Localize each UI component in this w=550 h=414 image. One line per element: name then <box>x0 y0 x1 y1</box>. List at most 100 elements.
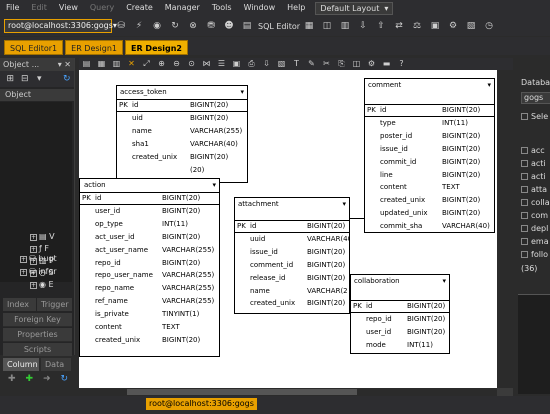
object-panel-tools: ⊞ ⊟ ▾ ↻ <box>0 71 74 87</box>
tree-item[interactable]: + ⛁ infor <box>20 267 57 278</box>
tab-er-design1[interactable]: ER Design1 <box>65 40 124 55</box>
table-checkbox-item[interactable]: follo <box>521 250 548 259</box>
compare-icon[interactable]: ⚖ <box>411 20 423 32</box>
arrow-icon[interactable]: ➜ <box>41 373 53 385</box>
zoom-fit-icon[interactable]: ⊙ <box>186 59 197 69</box>
entity-comment[interactable]: comment ▾ PK id BIGINT(20) type INT(11) post… <box>364 78 495 233</box>
connection-select[interactable]: root@localhost:3306:gogs ▾ <box>4 19 117 33</box>
cut-icon[interactable]: ✂ <box>321 59 332 69</box>
print-icon[interactable]: ⎙ <box>246 59 257 69</box>
layout-select[interactable]: Default Layout ▾ <box>315 1 394 15</box>
add-icon[interactable]: ✚ <box>24 373 36 385</box>
refresh-icon[interactable]: ↻ <box>59 373 71 385</box>
tree-item[interactable]: + ▤ V <box>30 232 55 243</box>
tab-scripts[interactable]: Scripts <box>3 343 72 357</box>
move-icon[interactable]: ⤢ <box>141 59 152 69</box>
tree-item[interactable]: + ◉ E <box>30 280 54 291</box>
import-icon[interactable]: ⇩ <box>357 20 369 32</box>
filter-icon[interactable]: ▾ <box>35 73 44 85</box>
sql-editor-icon[interactable]: ▤ <box>241 20 253 32</box>
table-checkbox-item[interactable]: colla <box>521 198 550 207</box>
select-all-checkbox[interactable]: Sele <box>521 112 548 121</box>
tab-column[interactable]: Column <box>3 358 39 371</box>
new-connection-icon[interactable]: ⛁ <box>115 20 127 32</box>
table-checkbox-item[interactable]: depl <box>521 224 548 233</box>
chart-icon[interactable]: ▣ <box>429 20 441 32</box>
tab-trigger[interactable]: Trigger <box>37 298 72 311</box>
table-checkbox-item[interactable]: acc <box>521 146 545 155</box>
er-design-canvas[interactable]: ▤ ▦ ▥ ✕ ⤢ ⊕ ⊖ ⊙ ⋈ ☰ ▣ ⎙ ⇩ ▧ T ✎ ✂ ⎘ ◫ ⚙ … <box>79 58 513 396</box>
pin-icon[interactable]: ▾ ✕ <box>58 58 71 71</box>
menu-file[interactable]: File <box>0 0 25 16</box>
image-icon[interactable]: ▧ <box>276 59 287 69</box>
scrollbar-thumb[interactable] <box>127 389 357 395</box>
zoom-in-icon[interactable]: ⊕ <box>156 59 167 69</box>
refresh-icon[interactable]: ↻ <box>63 73 72 85</box>
connect-icon[interactable]: ⚡ <box>133 20 145 32</box>
database-select[interactable]: gogs <box>521 92 550 104</box>
menu-query[interactable]: Query <box>84 0 120 16</box>
entity-title: collaboration ▾ <box>351 275 449 301</box>
menu-create[interactable]: Create <box>120 0 159 16</box>
table-checkbox-item[interactable]: com <box>521 211 548 220</box>
table-checkbox-item[interactable]: acti <box>521 159 546 168</box>
entity-access-token[interactable]: access_token ▾ PK id BIGINT(20) uid BIGINT(2… <box>116 85 248 183</box>
entity-action[interactable]: action ▾ PK id BIGINT(20) user_id BIGINT(20)… <box>79 178 220 357</box>
backup-icon[interactable]: ⛃ <box>205 20 217 32</box>
entity-collaboration[interactable]: collaboration ▾ PK id BIGINT(20) repo_id BIG… <box>350 274 450 354</box>
settings-icon[interactable]: ⚙ <box>447 20 459 32</box>
menu-view[interactable]: View <box>53 0 84 16</box>
zoom-out-icon[interactable]: ⊖ <box>171 59 182 69</box>
schedule-icon[interactable]: ◷ <box>483 20 495 32</box>
save-icon[interactable]: ▤ <box>81 59 92 69</box>
menu-edit[interactable]: Edit <box>25 0 53 16</box>
tab-er-design2[interactable]: ER Design2 <box>125 40 188 55</box>
expand-icon[interactable]: ⊞ <box>6 73 15 85</box>
refresh-icon[interactable]: ↻ <box>169 20 181 32</box>
export-icon[interactable]: ⇧ <box>375 20 387 32</box>
entity-attachment[interactable]: attachment ▾ PK id BIGINT(20) uuid VARCHAR(4… <box>234 197 350 314</box>
table-checkbox-item[interactable]: ema <box>521 237 549 246</box>
tag-icon[interactable]: ◫ <box>351 59 362 69</box>
note-icon[interactable]: ✎ <box>306 59 317 69</box>
delete-icon[interactable]: ✕ <box>126 59 137 69</box>
schema-icon[interactable]: ◫ <box>321 20 333 32</box>
layout-icon[interactable]: ▣ <box>231 59 242 69</box>
table-icon[interactable]: ▥ <box>339 20 351 32</box>
tab-data[interactable]: Data <box>41 358 71 371</box>
tree-item[interactable]: + ⛁ bugt <box>20 254 57 265</box>
tab-sql-editor1[interactable]: SQL Editor1 <box>4 40 64 55</box>
report-icon[interactable]: ▧ <box>465 20 477 32</box>
connection-select-value: root@localhost:3306:gogs <box>8 21 113 30</box>
align-icon[interactable]: ☰ <box>216 59 227 69</box>
text-icon[interactable]: T <box>291 59 302 69</box>
export-icon[interactable]: ⇩ <box>261 59 272 69</box>
horizontal-scrollbar[interactable] <box>79 388 497 396</box>
tab-foreign-key[interactable]: Foreign Key <box>3 313 72 327</box>
table-checkbox-item[interactable]: atta <box>521 185 547 194</box>
query-builder-icon[interactable]: ▦ <box>303 20 315 32</box>
help-icon[interactable]: ? <box>396 59 407 69</box>
menu-window[interactable]: Window <box>238 0 282 16</box>
tab-properties[interactable]: Properties <box>3 328 72 342</box>
settings-icon[interactable]: ⚙ <box>366 59 377 69</box>
add-column-icon[interactable]: ✚ <box>6 373 18 385</box>
database-icon[interactable]: ◉ <box>151 20 163 32</box>
vertical-scrollbar[interactable] <box>497 70 513 388</box>
copy-icon[interactable]: ⎘ <box>336 59 347 69</box>
menu-tools[interactable]: Tools <box>206 0 238 16</box>
relation-icon[interactable]: ⋈ <box>201 59 212 69</box>
sql-editor-button[interactable]: SQL Editor <box>258 22 300 31</box>
tab-index[interactable]: Index <box>3 298 36 311</box>
ruler-icon[interactable]: ▬ <box>381 59 392 69</box>
table-checkbox-item[interactable]: acti <box>521 172 546 181</box>
collapse-icon[interactable]: ⊟ <box>21 73 30 85</box>
grid-icon[interactable]: ▦ <box>96 59 107 69</box>
checkbox[interactable] <box>521 113 528 120</box>
sync-icon[interactable]: ⇄ <box>393 20 405 32</box>
menu-manager[interactable]: Manager <box>159 0 206 16</box>
stop-icon[interactable]: ⊗ <box>187 20 199 32</box>
menu-help[interactable]: Help <box>281 0 311 16</box>
user-icon[interactable]: ☻ <box>223 20 235 32</box>
table-icon[interactable]: ▥ <box>111 59 122 69</box>
